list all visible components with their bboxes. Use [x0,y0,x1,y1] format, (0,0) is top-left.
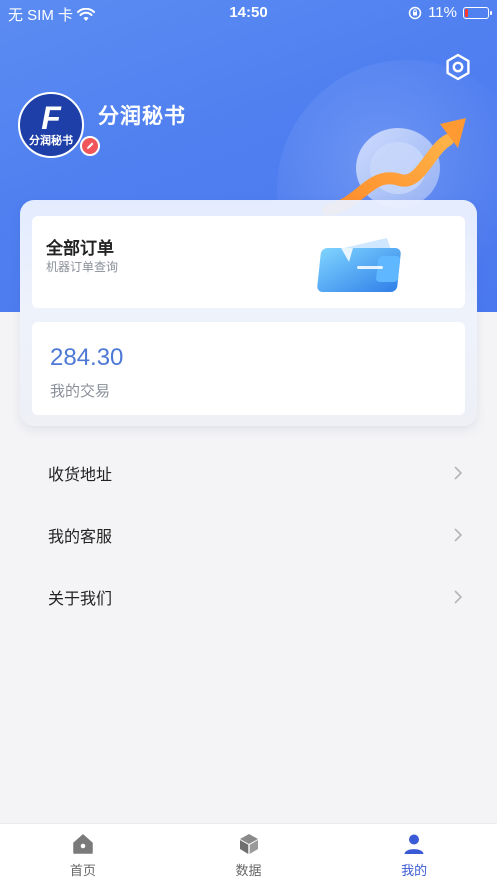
all-orders-subtitle: 机器订单查询 [46,260,119,274]
tab-label: 数据 [235,863,262,878]
menu-item-label: 我的客服 [48,529,113,546]
my-trades-card[interactable]: 284.30 我的交易 [32,322,465,415]
menu-item-shipping-address[interactable]: 收货地址 [0,442,497,504]
avatar[interactable]: F 分润秘书 [18,92,84,158]
menu-item-about-us[interactable]: 关于我们 [0,566,497,628]
status-bar: 无 SIM 卡 14:50 11% [0,0,497,26]
orientation-lock-icon [408,6,422,19]
all-orders-card[interactable]: 全部订单 机器订单查询 [32,216,465,308]
tab-home[interactable]: 首页 [0,824,166,883]
tab-data[interactable]: 数据 [166,824,332,883]
user-icon [404,834,424,854]
cube-icon [239,834,258,854]
menu-item-label: 关于我们 [48,591,113,608]
battery-percent: 11% [428,4,457,21]
pencil-icon [87,142,94,149]
chevron-right-icon [454,590,463,604]
profile-name: 分润秘书 [98,105,186,128]
menu-item-label: 收货地址 [48,467,113,484]
home-icon [73,834,93,854]
trade-amount: 284.30 [50,344,124,371]
wallet-icon [317,238,401,292]
summary-card: 全部订单 机器订单查询 284.30 我的交易 [20,200,477,426]
chevron-right-icon [454,466,463,480]
tab-label: 首页 [69,863,96,878]
trade-label: 我的交易 [50,383,111,400]
menu-list: 收货地址 我的客服 关于我们 [0,442,497,628]
all-orders-title: 全部订单 [46,239,114,258]
tab-label: 我的 [401,863,428,878]
settings-gear-icon[interactable] [443,52,473,82]
bottom-tab-bar: 首页 数据 我的 [0,823,497,883]
profile-section: F 分润秘书 分润秘书 [18,92,186,158]
edit-avatar-button[interactable] [80,136,100,156]
menu-item-customer-service[interactable]: 我的客服 [0,504,497,566]
battery-icon [463,6,492,19]
avatar-logo-text: 分润秘书 [29,135,73,147]
tab-mine[interactable]: 我的 [331,824,497,883]
chevron-right-icon [454,528,463,542]
